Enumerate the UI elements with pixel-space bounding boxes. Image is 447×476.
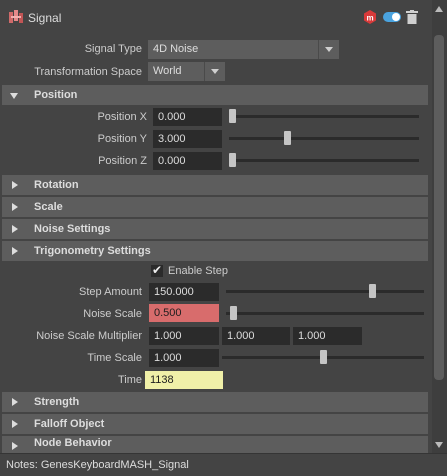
collapse-arrow-icon: [12, 225, 18, 233]
position-z-label: Position Z: [98, 155, 147, 167]
collapse-arrow-icon: [12, 420, 18, 428]
mash-node-icon: [9, 10, 23, 23]
noise-scale-multiplier-z-field[interactable]: 1.000: [293, 327, 362, 345]
step-amount-label: Step Amount: [79, 286, 142, 298]
scroll-down-icon[interactable]: [433, 439, 445, 451]
node-title: Signal: [28, 11, 62, 25]
noise-scale-field[interactable]: 0.500: [149, 304, 219, 322]
section-title: Noise Settings: [34, 223, 111, 235]
section-title: Rotation: [34, 179, 79, 191]
transformation-space-label: Transformation Space: [34, 66, 142, 78]
enable-step-label: Enable Step: [168, 265, 228, 277]
transformation-space-dropdown[interactable]: World: [148, 62, 225, 81]
section-noise-settings[interactable]: Noise Settings: [2, 219, 428, 239]
collapse-arrow-icon: [12, 181, 18, 189]
transformation-space-value: World: [153, 65, 182, 77]
scrollbar-thumb[interactable]: [434, 35, 444, 380]
position-y-field[interactable]: 3.000: [153, 130, 222, 148]
position-x-field[interactable]: 0.000: [153, 108, 222, 126]
scroll-up-icon[interactable]: [433, 3, 445, 15]
section-scale[interactable]: Scale: [2, 197, 428, 217]
collapse-arrow-icon: [12, 398, 18, 406]
position-z-field[interactable]: 0.000: [153, 152, 222, 170]
noise-scale-multiplier-y-field[interactable]: 1.000: [222, 327, 290, 345]
position-z-slider-handle[interactable]: [229, 153, 236, 167]
position-y-slider-handle[interactable]: [283, 131, 291, 145]
toggle-icon[interactable]: [383, 12, 401, 22]
section-falloff-object[interactable]: Falloff Object: [2, 414, 428, 434]
section-title: Strength: [34, 396, 80, 408]
section-title: Position: [34, 89, 78, 101]
time-scale-label: Time Scale: [87, 352, 142, 364]
section-title: Trigonometry Settings: [34, 245, 151, 257]
time-field[interactable]: 1138: [145, 371, 223, 389]
position-y-slider[interactable]: [229, 137, 419, 140]
expand-arrow-icon: [10, 93, 18, 99]
section-trigonometry-settings[interactable]: Trigonometry Settings: [2, 241, 428, 261]
signal-type-value: 4D Noise: [153, 43, 199, 55]
section-title: Falloff Object: [34, 418, 105, 430]
position-x-slider-handle[interactable]: [229, 109, 236, 123]
red-hexagon-icon[interactable]: m: [363, 9, 377, 25]
svg-text:m: m: [366, 14, 373, 23]
section-position[interactable]: Position: [2, 85, 428, 105]
noise-scale-slider[interactable]: [226, 312, 424, 315]
step-amount-slider[interactable]: [226, 290, 424, 293]
position-z-slider[interactable]: [229, 159, 419, 162]
position-y-label: Position Y: [97, 133, 147, 145]
time-label: Time: [117, 374, 142, 386]
noise-scale-multiplier-x-field[interactable]: 1.000: [149, 327, 219, 345]
collapse-arrow-icon: [12, 442, 18, 450]
step-amount-slider-handle[interactable]: [369, 284, 377, 298]
section-node-behavior[interactable]: Node Behavior: [2, 436, 428, 453]
collapse-arrow-icon: [12, 247, 18, 255]
trash-icon[interactable]: [406, 10, 418, 24]
signal-header: Signal m: [0, 0, 432, 34]
section-strength[interactable]: Strength: [2, 392, 428, 412]
position-x-slider[interactable]: [229, 115, 419, 118]
collapse-arrow-icon: [12, 203, 18, 211]
section-title: Scale: [34, 201, 63, 213]
chevron-down-icon: [318, 40, 339, 59]
section-rotation[interactable]: Rotation: [2, 175, 428, 195]
signal-type-dropdown[interactable]: 4D Noise: [148, 40, 339, 59]
time-scale-field[interactable]: 1.000: [149, 349, 219, 367]
notes-bar[interactable]: Notes: GenesKeyboardMASH_Signal: [0, 453, 447, 476]
attribute-editor-panel: Signal m Signal Type 4D Noise Transforma…: [0, 0, 447, 476]
step-amount-field[interactable]: 150.000: [149, 283, 219, 301]
position-x-label: Position X: [97, 111, 147, 123]
noise-scale-slider-handle[interactable]: [229, 306, 237, 320]
notes-text: Notes: GenesKeyboardMASH_Signal: [6, 459, 189, 471]
noise-scale-multiplier-label: Noise Scale Multiplier: [36, 330, 142, 342]
time-scale-slider-handle[interactable]: [319, 350, 327, 364]
checkmark-icon: ✔: [152, 263, 163, 277]
section-title: Node Behavior: [34, 437, 112, 449]
noise-scale-label: Noise Scale: [83, 308, 142, 320]
chevron-down-icon: [204, 62, 225, 81]
enable-step-checkbox[interactable]: ✔: [151, 263, 163, 277]
signal-type-label: Signal Type: [84, 43, 142, 55]
